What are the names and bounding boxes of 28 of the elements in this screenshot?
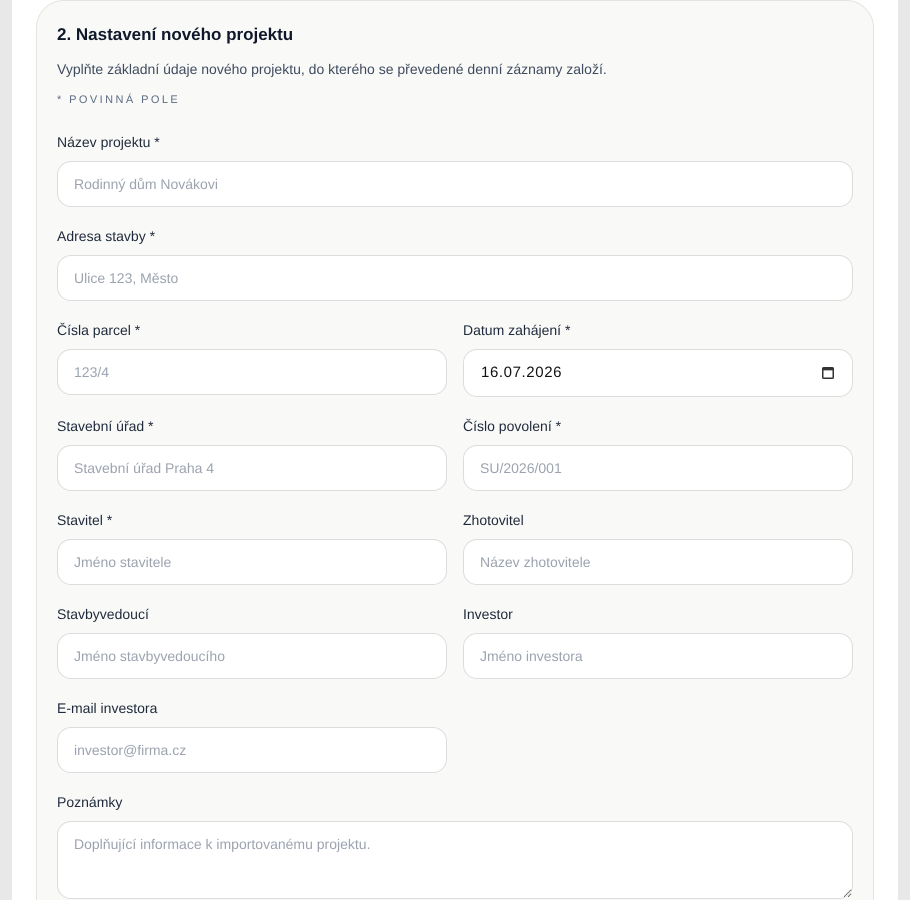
field-label: Investor xyxy=(463,605,514,624)
input-field[interactable]: Jméno investora xyxy=(463,633,853,679)
field-label: Zhotovitel xyxy=(463,511,525,530)
input-field[interactable]: investor@firma.cz xyxy=(57,727,447,773)
field-label: Číslo povolení * xyxy=(463,417,562,436)
field-label: Čísla parcel * xyxy=(57,321,142,340)
calendar-icon[interactable] xyxy=(822,367,834,379)
input-field[interactable]: Jméno stavitele xyxy=(57,539,447,585)
field-label: Datum zahájení * xyxy=(463,321,572,340)
field-label: E-mail investora xyxy=(57,699,158,718)
input-field[interactable]: Jméno stavbyvedoucího xyxy=(57,633,447,679)
field-label: Adresa stavby * xyxy=(57,227,156,246)
input-field[interactable]: SU/2026/001 xyxy=(463,445,853,491)
field-label: Poznámky xyxy=(57,793,124,812)
input-field[interactable]: Rodinný dům Novákovi xyxy=(57,161,853,207)
input-field[interactable]: 123/4 xyxy=(57,349,447,395)
field-label: Stavbyvedoucí xyxy=(57,605,150,624)
input-field[interactable]: Stavební úřad Praha 4 xyxy=(57,445,447,491)
field-label: Stavitel * xyxy=(57,511,114,530)
section-description: Vyplňte základní údaje nového projektu, do kterého se převedené denní záznamy založí. xyxy=(57,60,608,79)
field-label: Stavební úřad * xyxy=(57,417,155,436)
notes-field[interactable]: Doplňující informace k importovanému projektu. xyxy=(57,821,853,899)
required-note: * POVINNÁ POLE xyxy=(57,92,182,108)
input-field[interactable]: Název zhotovitele xyxy=(463,539,853,585)
date-field[interactable]: 16.07.2026 xyxy=(463,349,853,397)
section-title: 2. Nastavení nového projektu xyxy=(57,24,294,46)
field-label: Název projektu * xyxy=(57,133,161,152)
input-field[interactable]: Ulice 123, Město xyxy=(57,255,853,301)
